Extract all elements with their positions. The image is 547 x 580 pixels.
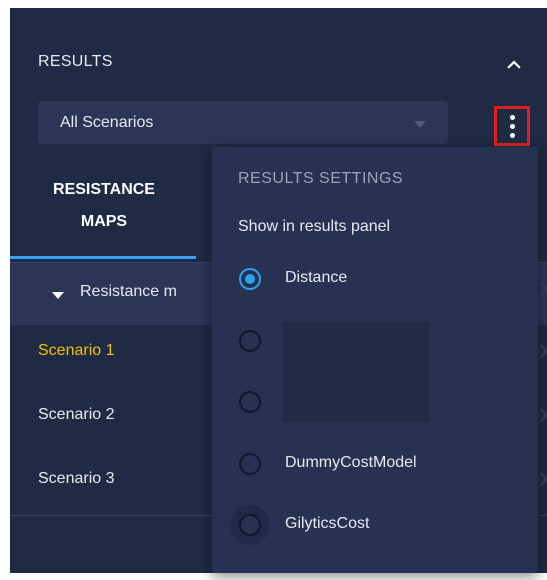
- kebab-dot: [509, 114, 515, 120]
- collapse-button[interactable]: [504, 56, 524, 76]
- scenario-item-1[interactable]: Scenario 1: [38, 342, 115, 360]
- radio-icon[interactable]: [239, 391, 261, 413]
- kebab-dot: [509, 132, 515, 138]
- active-tab-indicator: [10, 256, 196, 259]
- option-gilytics-cost[interactable]: GilyticsCost: [212, 500, 538, 550]
- chevron-up-icon: [507, 60, 521, 69]
- radio-icon[interactable]: [239, 453, 261, 475]
- tab-label-line2: MAPS: [80, 213, 128, 230]
- radio-icon[interactable]: [239, 330, 261, 352]
- radio-icon[interactable]: [239, 514, 261, 536]
- results-title: RESULTS: [38, 53, 113, 70]
- scenario-item-2[interactable]: Scenario 2: [38, 406, 115, 424]
- tab-label-line1: RESISTANCE: [53, 181, 155, 198]
- redacted-block: [282, 322, 430, 422]
- menu-subtitle: Show in results panel: [238, 218, 391, 235]
- caret-down-icon: [414, 121, 426, 128]
- option-label: GilyticsCost: [285, 515, 370, 532]
- option-distance[interactable]: Distance: [212, 254, 538, 304]
- tab-resistance-maps[interactable]: RESISTANCE MAPS: [10, 174, 198, 238]
- scenario-item-3[interactable]: Scenario 3: [38, 470, 115, 488]
- option-label: Distance: [285, 269, 348, 286]
- kebab-dot: [509, 123, 515, 129]
- caret-down-icon: [52, 292, 64, 299]
- scenario-select[interactable]: All Scenarios: [38, 101, 448, 144]
- option-dummy-cost-model[interactable]: DummyCostModel: [212, 439, 538, 489]
- option-label: DummyCostModel: [285, 454, 417, 471]
- results-settings-button[interactable]: [494, 106, 530, 146]
- menu-title: RESULTS SETTINGS: [238, 170, 404, 187]
- radio-checked-icon[interactable]: [239, 268, 261, 290]
- group-label: Resistance m: [80, 283, 177, 300]
- results-settings-menu: RESULTS SETTINGS Show in results panel D…: [212, 147, 538, 573]
- scenario-select-value: All Scenarios: [60, 114, 154, 131]
